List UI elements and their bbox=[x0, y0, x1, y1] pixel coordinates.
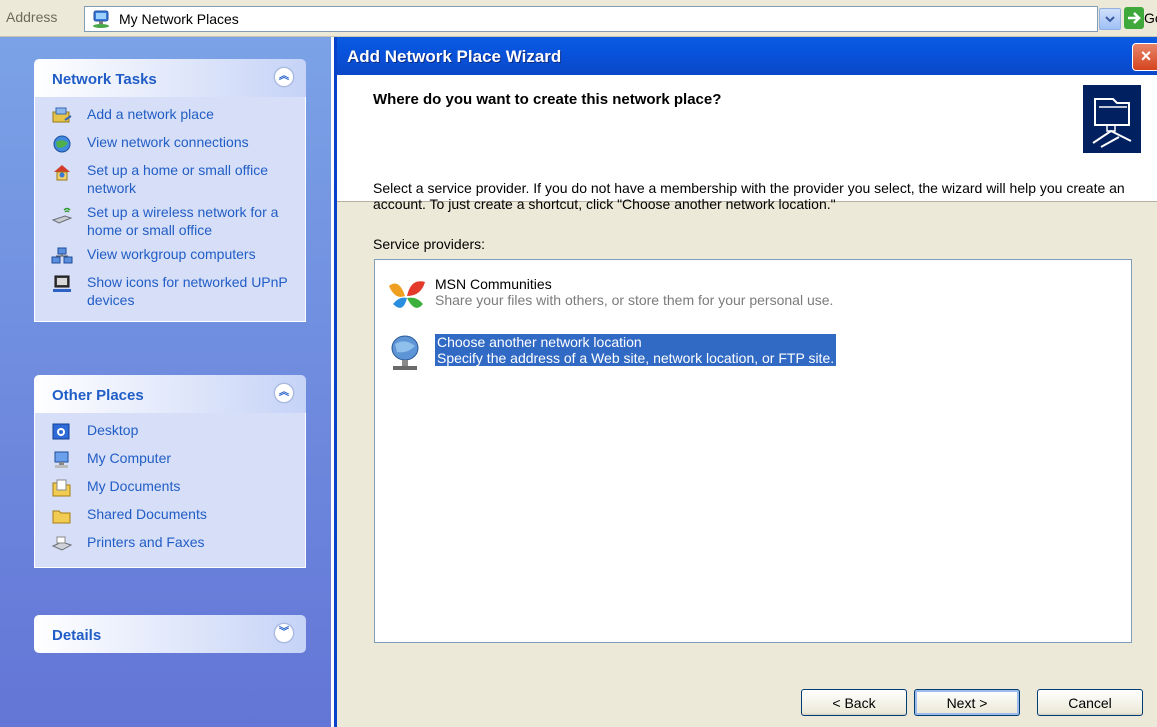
address-label: Address bbox=[6, 9, 58, 25]
place-my-documents[interactable]: My Documents bbox=[35, 475, 305, 503]
network-places-icon bbox=[91, 9, 113, 32]
place-desktop[interactable]: Desktop bbox=[35, 419, 305, 447]
provider-description: Share your files with others, or store t… bbox=[435, 292, 834, 308]
go-label[interactable]: Go bbox=[1144, 10, 1157, 26]
service-providers-label: Service providers: bbox=[373, 236, 486, 252]
other-places-list: Desktop My Computer My Documents Shared … bbox=[34, 413, 306, 568]
provider-name: Choose another network location bbox=[437, 334, 642, 350]
place-my-computer[interactable]: My Computer bbox=[35, 447, 305, 475]
workgroup-icon bbox=[51, 246, 73, 266]
network-tasks-header[interactable]: Network Tasks ︽ bbox=[34, 59, 306, 97]
details-panel: Details ︾ bbox=[34, 615, 306, 653]
wireless-network-icon bbox=[51, 204, 73, 224]
address-value: My Network Places bbox=[119, 11, 239, 27]
go-arrow-icon bbox=[1124, 7, 1144, 29]
provider-text: MSN Communities Share your files with ot… bbox=[435, 276, 833, 308]
other-places-header[interactable]: Other Places ︽ bbox=[34, 375, 306, 413]
home-network-icon bbox=[51, 162, 73, 182]
provider-text: Choose another network location Specify … bbox=[435, 334, 837, 366]
network-tasks-list: Add a network place View network connect… bbox=[34, 97, 306, 322]
desktop-icon bbox=[51, 422, 73, 442]
collapse-chevron-icon[interactable]: ︽ bbox=[274, 67, 294, 87]
provider-description: Specify the address of a Web site, netwo… bbox=[437, 350, 835, 366]
task-add-network-place[interactable]: Add a network place bbox=[35, 103, 305, 131]
network-tasks-panel: Network Tasks ︽ Add a network place View… bbox=[34, 59, 306, 322]
place-printers-faxes[interactable]: Printers and Faxes bbox=[35, 531, 305, 559]
other-places-title: Other Places bbox=[52, 387, 144, 404]
task-home-network[interactable]: Set up a home or small office network bbox=[35, 159, 305, 201]
upnp-icon bbox=[51, 274, 73, 294]
service-providers-list[interactable]: MSN Communities Share your files with ot… bbox=[374, 259, 1132, 643]
provider-name: MSN Communities bbox=[435, 276, 552, 292]
dialog-titlebar[interactable]: Add Network Place Wizard × bbox=[337, 37, 1157, 75]
collapse-chevron-icon[interactable]: ︽ bbox=[274, 383, 294, 403]
address-bar: Address My Network Places Go bbox=[0, 0, 1157, 37]
cancel-button[interactable]: Cancel bbox=[1037, 689, 1143, 716]
add-network-place-wizard: Add Network Place Wizard × Where do you … bbox=[334, 37, 1157, 727]
printer-icon bbox=[51, 534, 73, 554]
my-computer-icon bbox=[51, 450, 73, 470]
details-title: Details bbox=[52, 627, 102, 644]
task-view-workgroup[interactable]: View workgroup computers bbox=[35, 243, 305, 271]
chevron-down-icon bbox=[1105, 16, 1115, 23]
next-button[interactable]: Next > bbox=[914, 689, 1020, 716]
network-tasks-title: Network Tasks bbox=[52, 71, 157, 88]
task-wireless-network[interactable]: Set up a wireless network for a home or … bbox=[35, 201, 305, 243]
dialog-title: Add Network Place Wizard bbox=[347, 47, 562, 66]
wizard-description: Select a service provider. If you do not… bbox=[373, 180, 1125, 212]
details-header[interactable]: Details ︾ bbox=[34, 615, 306, 653]
msn-butterfly-icon bbox=[385, 274, 429, 318]
add-network-place-icon bbox=[51, 106, 73, 126]
my-documents-icon bbox=[51, 478, 73, 498]
network-connections-icon bbox=[51, 134, 73, 154]
network-location-icon bbox=[385, 332, 429, 376]
task-pane: Network Tasks ︽ Add a network place View… bbox=[0, 37, 331, 727]
go-button[interactable] bbox=[1124, 7, 1144, 29]
folder-icon bbox=[51, 506, 73, 526]
network-folder-icon bbox=[1083, 85, 1141, 153]
task-view-network-connections[interactable]: View network connections bbox=[35, 131, 305, 159]
address-field[interactable]: My Network Places bbox=[84, 6, 1098, 32]
task-show-upnp-icons[interactable]: Show icons for networked UPnP devices bbox=[35, 271, 305, 313]
expand-chevron-icon[interactable]: ︾ bbox=[274, 623, 294, 643]
other-places-panel: Other Places ︽ Desktop My Computer My Do… bbox=[34, 375, 306, 568]
back-button[interactable]: < Back bbox=[801, 689, 907, 716]
address-dropdown-button[interactable] bbox=[1099, 8, 1121, 30]
close-button[interactable]: × bbox=[1132, 43, 1157, 71]
wizard-question: Where do you want to create this network… bbox=[373, 91, 722, 108]
place-shared-documents[interactable]: Shared Documents bbox=[35, 503, 305, 531]
